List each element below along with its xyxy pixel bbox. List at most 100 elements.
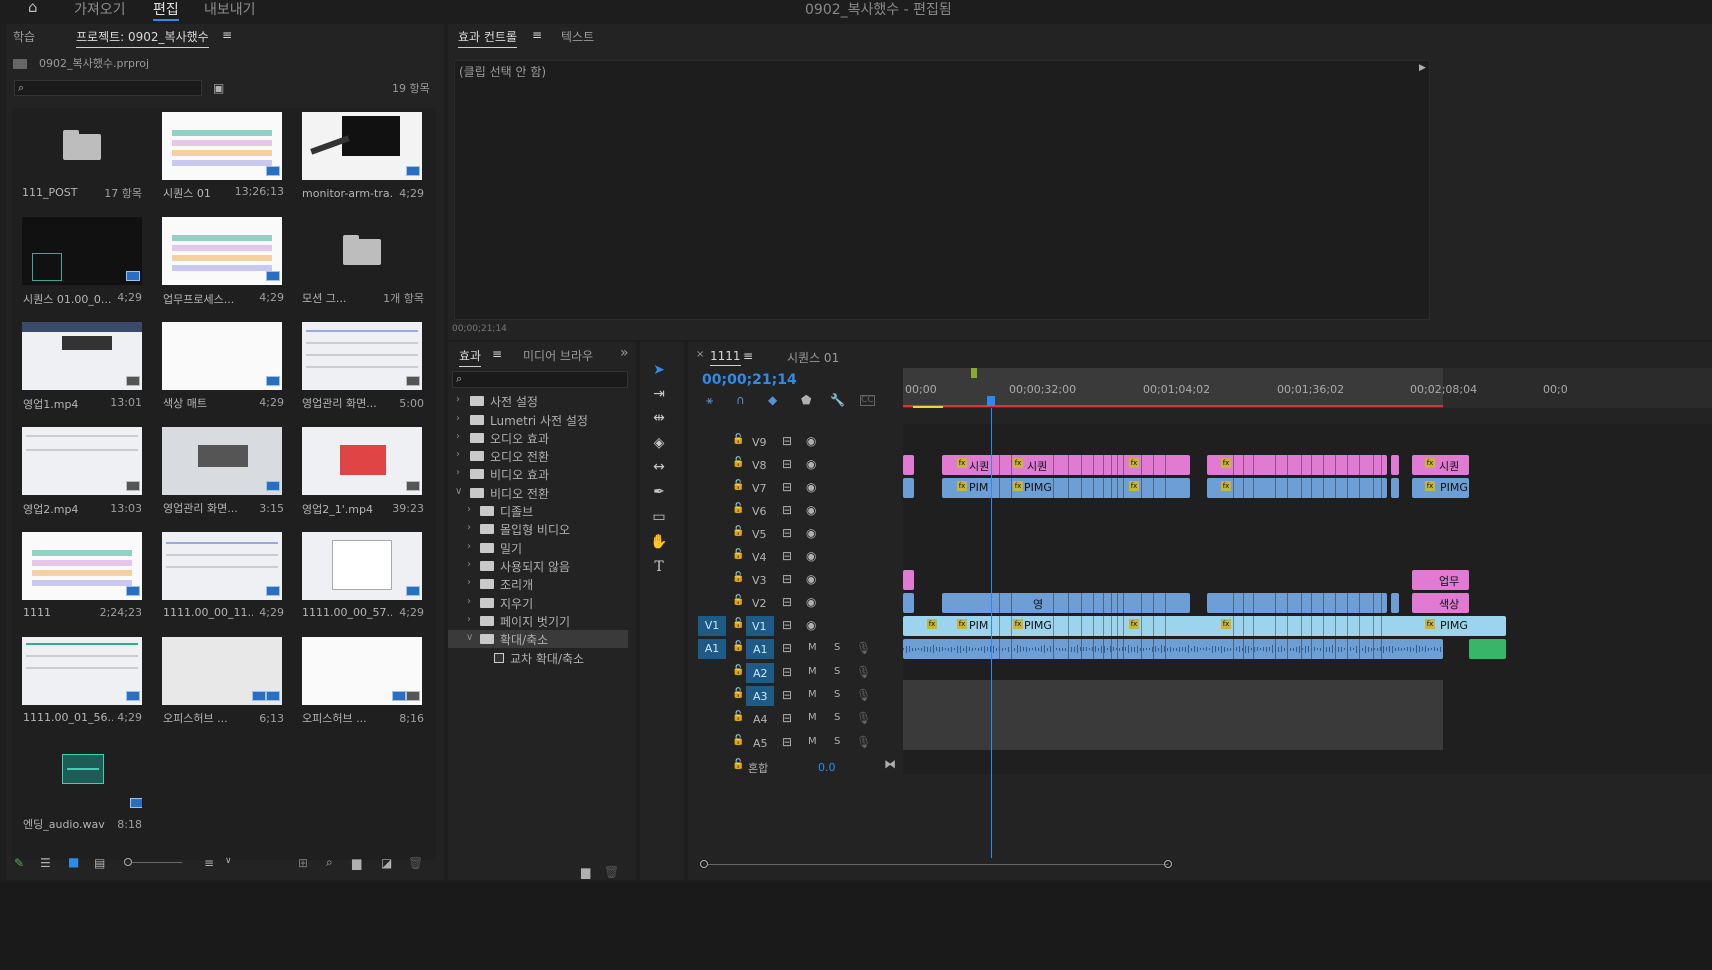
clip[interactable] — [903, 616, 1506, 636]
lock-icon[interactable]: 🔓 — [732, 504, 744, 514]
video-thumb[interactable] — [22, 427, 142, 495]
tree-item[interactable]: › 조리개 — [448, 575, 628, 593]
eye-icon[interactable]: ◉ — [806, 619, 816, 631]
video-thumb[interactable] — [22, 217, 142, 285]
lock-icon[interactable]: 🔓 — [732, 760, 744, 770]
sync-lock-icon[interactable]: ⊟ — [782, 504, 792, 516]
lock-icon[interactable]: 🔓 — [732, 666, 744, 676]
tab-effect-controls[interactable]: 효과 컨트롤 — [458, 28, 518, 48]
sync-lock-icon[interactable]: ⊟ — [782, 619, 792, 631]
pen-tool-icon[interactable]: ✒ — [649, 482, 669, 502]
sync-lock-icon[interactable]: ⊟ — [782, 458, 792, 470]
tree-item[interactable]: › 디졸브 — [448, 502, 628, 520]
tree-item[interactable]: › 밀기 — [448, 539, 628, 557]
freeform-view-icon[interactable]: ▤ — [94, 857, 105, 869]
mute-button[interactable]: M — [808, 643, 817, 653]
track-label[interactable]: V8 — [752, 459, 767, 472]
mute-button[interactable]: M — [808, 667, 817, 677]
eye-icon[interactable]: ◉ — [806, 504, 816, 516]
track-label[interactable]: A5 — [753, 737, 768, 750]
tab-text[interactable]: 텍스트 — [561, 28, 594, 45]
image-thumb[interactable] — [302, 637, 422, 705]
track-label[interactable]: V3 — [752, 574, 767, 587]
sync-lock-icon[interactable]: ⊟ — [782, 435, 792, 447]
nest-icon[interactable]: ⚹ — [706, 394, 713, 406]
lock-icon[interactable]: 🔓 — [732, 596, 744, 606]
sequence-thumb[interactable] — [22, 532, 142, 600]
lock-icon[interactable]: 🔓 — [732, 573, 744, 583]
sync-lock-icon[interactable]: ⊟ — [782, 481, 792, 493]
track-label[interactable]: A2 — [753, 667, 768, 680]
slip-tool-icon[interactable]: ↔ — [649, 457, 669, 477]
ripple-edit-tool-icon[interactable]: ⇹ — [649, 408, 669, 428]
more-tabs-icon[interactable]: » — [620, 345, 629, 361]
microphone-icon[interactable]: 🎙 — [856, 689, 871, 701]
tree-item[interactable]: › 몰입형 비디오 — [448, 520, 628, 538]
track-label[interactable]: V7 — [752, 482, 767, 495]
icon-view-icon[interactable]: ■ — [68, 856, 79, 868]
lock-icon[interactable]: 🔓 — [732, 689, 744, 699]
eye-icon[interactable]: ◉ — [806, 435, 816, 447]
hand-tool-icon[interactable]: ✋ — [649, 532, 669, 552]
sync-lock-icon[interactable]: ⊟ — [782, 666, 792, 678]
razor-tool-icon[interactable]: ◈ — [649, 433, 669, 453]
new-bin-icon[interactable]: ▆ — [352, 857, 361, 869]
source-patch-v1[interactable]: V1 — [698, 616, 726, 636]
microphone-icon[interactable]: 🎙 — [856, 712, 871, 724]
home-icon[interactable]: ⌂ — [28, 0, 38, 16]
find-icon[interactable]: ⌕ — [326, 856, 333, 868]
lock-icon[interactable]: 🔓 — [732, 458, 744, 468]
sync-lock-icon[interactable]: ⊟ — [782, 573, 792, 585]
tree-item[interactable]: 교차 확대/축소 — [448, 649, 628, 667]
tab-import[interactable]: 가져오기 — [74, 0, 126, 19]
clip[interactable] — [1207, 478, 1387, 498]
clip[interactable] — [1207, 593, 1387, 613]
video-thumb[interactable] — [22, 322, 142, 390]
automate-icon[interactable]: ⊞ — [298, 857, 308, 869]
solo-button[interactable]: S — [834, 690, 840, 700]
tree-item[interactable]: › 오디오 전환 — [448, 447, 628, 465]
zoom-slider[interactable] — [124, 858, 184, 866]
close-icon[interactable]: × — [696, 349, 704, 360]
pencil-icon[interactable]: ✎ — [14, 857, 24, 869]
marker[interactable] — [971, 368, 977, 378]
tab-edit[interactable]: 편집 — [153, 0, 179, 21]
tab-sequence-01[interactable]: 시퀀스 01 — [787, 349, 839, 366]
wrench-icon[interactable]: 🔧 — [830, 394, 845, 406]
lock-icon[interactable]: 🔓 — [732, 642, 744, 652]
tab-effects[interactable]: 효과 — [459, 347, 482, 367]
lock-icon[interactable]: 🔓 — [732, 619, 744, 629]
folder-icon[interactable] — [22, 112, 142, 180]
video-thumb[interactable] — [302, 427, 422, 495]
mute-button[interactable]: M — [808, 713, 817, 723]
timeline-scrollbar[interactable] — [700, 860, 1710, 868]
track-label[interactable]: A1 — [753, 643, 768, 656]
track-select-tool-icon[interactable]: ⇥ — [649, 384, 669, 404]
clip[interactable] — [1391, 593, 1399, 613]
tab-sequence-1111[interactable]: 1111 — [710, 349, 741, 366]
clip[interactable] — [1207, 455, 1387, 475]
new-bin-icon[interactable]: ▆ — [581, 866, 590, 878]
project-search-input[interactable]: ⌕ — [14, 80, 202, 96]
mute-button[interactable]: M — [808, 737, 817, 747]
eye-icon[interactable]: ◉ — [806, 481, 816, 493]
tree-item[interactable]: › Lumetri 사전 설정 — [448, 411, 628, 429]
microphone-icon[interactable]: 🎙 — [856, 666, 871, 678]
play-triangle-icon[interactable]: ▶ — [1419, 64, 1426, 73]
image-thumb[interactable] — [162, 427, 282, 495]
lock-icon[interactable]: 🔓 — [732, 435, 744, 445]
sort-icon[interactable]: ≡ — [204, 857, 214, 869]
rectangle-tool-icon[interactable]: ▭ — [649, 507, 669, 527]
clip[interactable] — [1391, 478, 1399, 498]
sync-lock-icon[interactable]: ⊟ — [782, 712, 792, 724]
tab-media-browser[interactable]: 미디어 브라우 — [523, 347, 593, 364]
mute-button[interactable]: M — [808, 690, 817, 700]
image-thumb[interactable] — [162, 532, 282, 600]
linked-selection-icon[interactable]: ◆ — [768, 394, 777, 406]
image-thumb[interactable] — [162, 217, 282, 285]
trash-icon[interactable]: 🗑 — [604, 866, 619, 878]
selection-tool-icon[interactable]: ➤ — [649, 360, 669, 380]
captions-icon[interactable]: CC — [860, 395, 875, 406]
solo-button[interactable]: S — [834, 713, 840, 723]
image-thumb[interactable] — [162, 637, 282, 705]
